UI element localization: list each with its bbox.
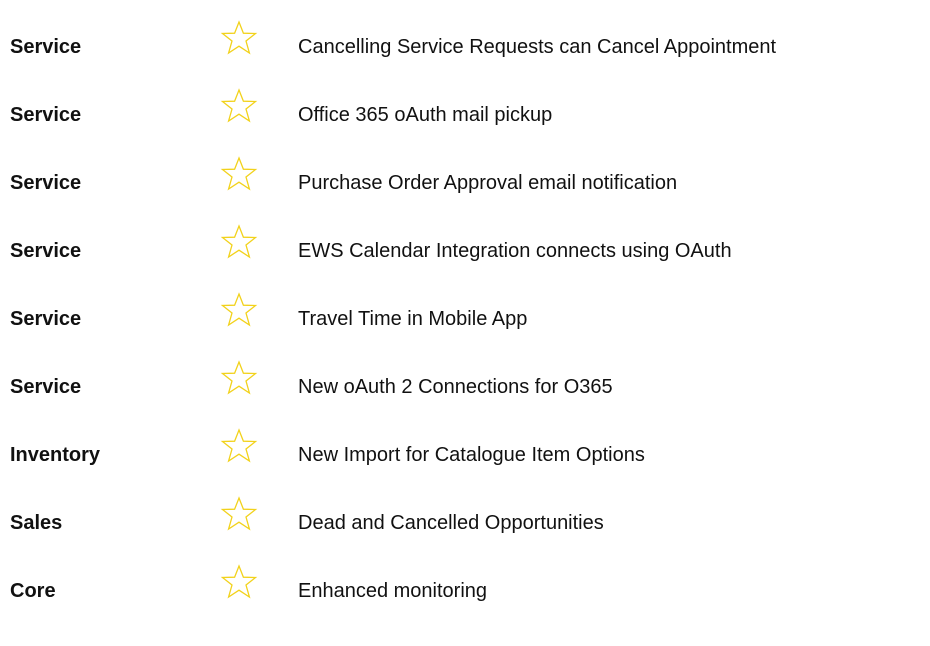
feature-description: Office 365 oAuth mail pickup <box>298 104 553 126</box>
feature-description: New Import for Catalogue Item Options <box>298 444 645 466</box>
list-item: Service Office 365 oAuth mail pickup <box>0 88 930 148</box>
list-item: Core Enhanced monitoring <box>0 564 930 624</box>
star-outline-icon <box>220 360 258 396</box>
star-outline-icon <box>220 564 258 600</box>
star-outline-icon <box>220 496 258 532</box>
category-label: Service <box>10 376 82 398</box>
list-item: Service EWS Calendar Integration connect… <box>0 224 930 284</box>
feature-description: EWS Calendar Integration connects using … <box>298 240 732 262</box>
category-label: Service <box>10 172 82 194</box>
star-outline-icon <box>220 224 258 260</box>
feature-description: Enhanced monitoring <box>298 580 488 602</box>
category-label: Sales <box>10 512 63 534</box>
star-outline-icon <box>220 88 258 124</box>
list-item: Sales Dead and Cancelled Opportunities <box>0 496 930 556</box>
category-label: Service <box>10 36 82 58</box>
category-label: Service <box>10 104 82 126</box>
list-item: Service Travel Time in Mobile App <box>0 292 930 352</box>
star-outline-icon <box>220 20 258 56</box>
category-label: Service <box>10 308 82 330</box>
category-label: Service <box>10 240 82 262</box>
feature-list: Service Cancelling Service Requests can … <box>0 0 930 646</box>
feature-description: New oAuth 2 Connections for O365 <box>298 376 613 398</box>
feature-description: Travel Time in Mobile App <box>298 308 528 330</box>
feature-description: Cancelling Service Requests can Cancel A… <box>298 36 777 58</box>
star-outline-icon <box>220 428 258 464</box>
star-outline-icon <box>220 292 258 328</box>
feature-description: Purchase Order Approval email notificati… <box>298 172 678 194</box>
category-label: Inventory <box>10 444 101 466</box>
feature-description: Dead and Cancelled Opportunities <box>298 512 604 534</box>
list-item: Service New oAuth 2 Connections for O365 <box>0 360 930 420</box>
category-label: Core <box>10 580 56 602</box>
list-item: Service Purchase Order Approval email no… <box>0 156 930 216</box>
list-item: Inventory New Import for Catalogue Item … <box>0 428 930 488</box>
list-item: Service Cancelling Service Requests can … <box>0 20 930 80</box>
star-outline-icon <box>220 156 258 192</box>
